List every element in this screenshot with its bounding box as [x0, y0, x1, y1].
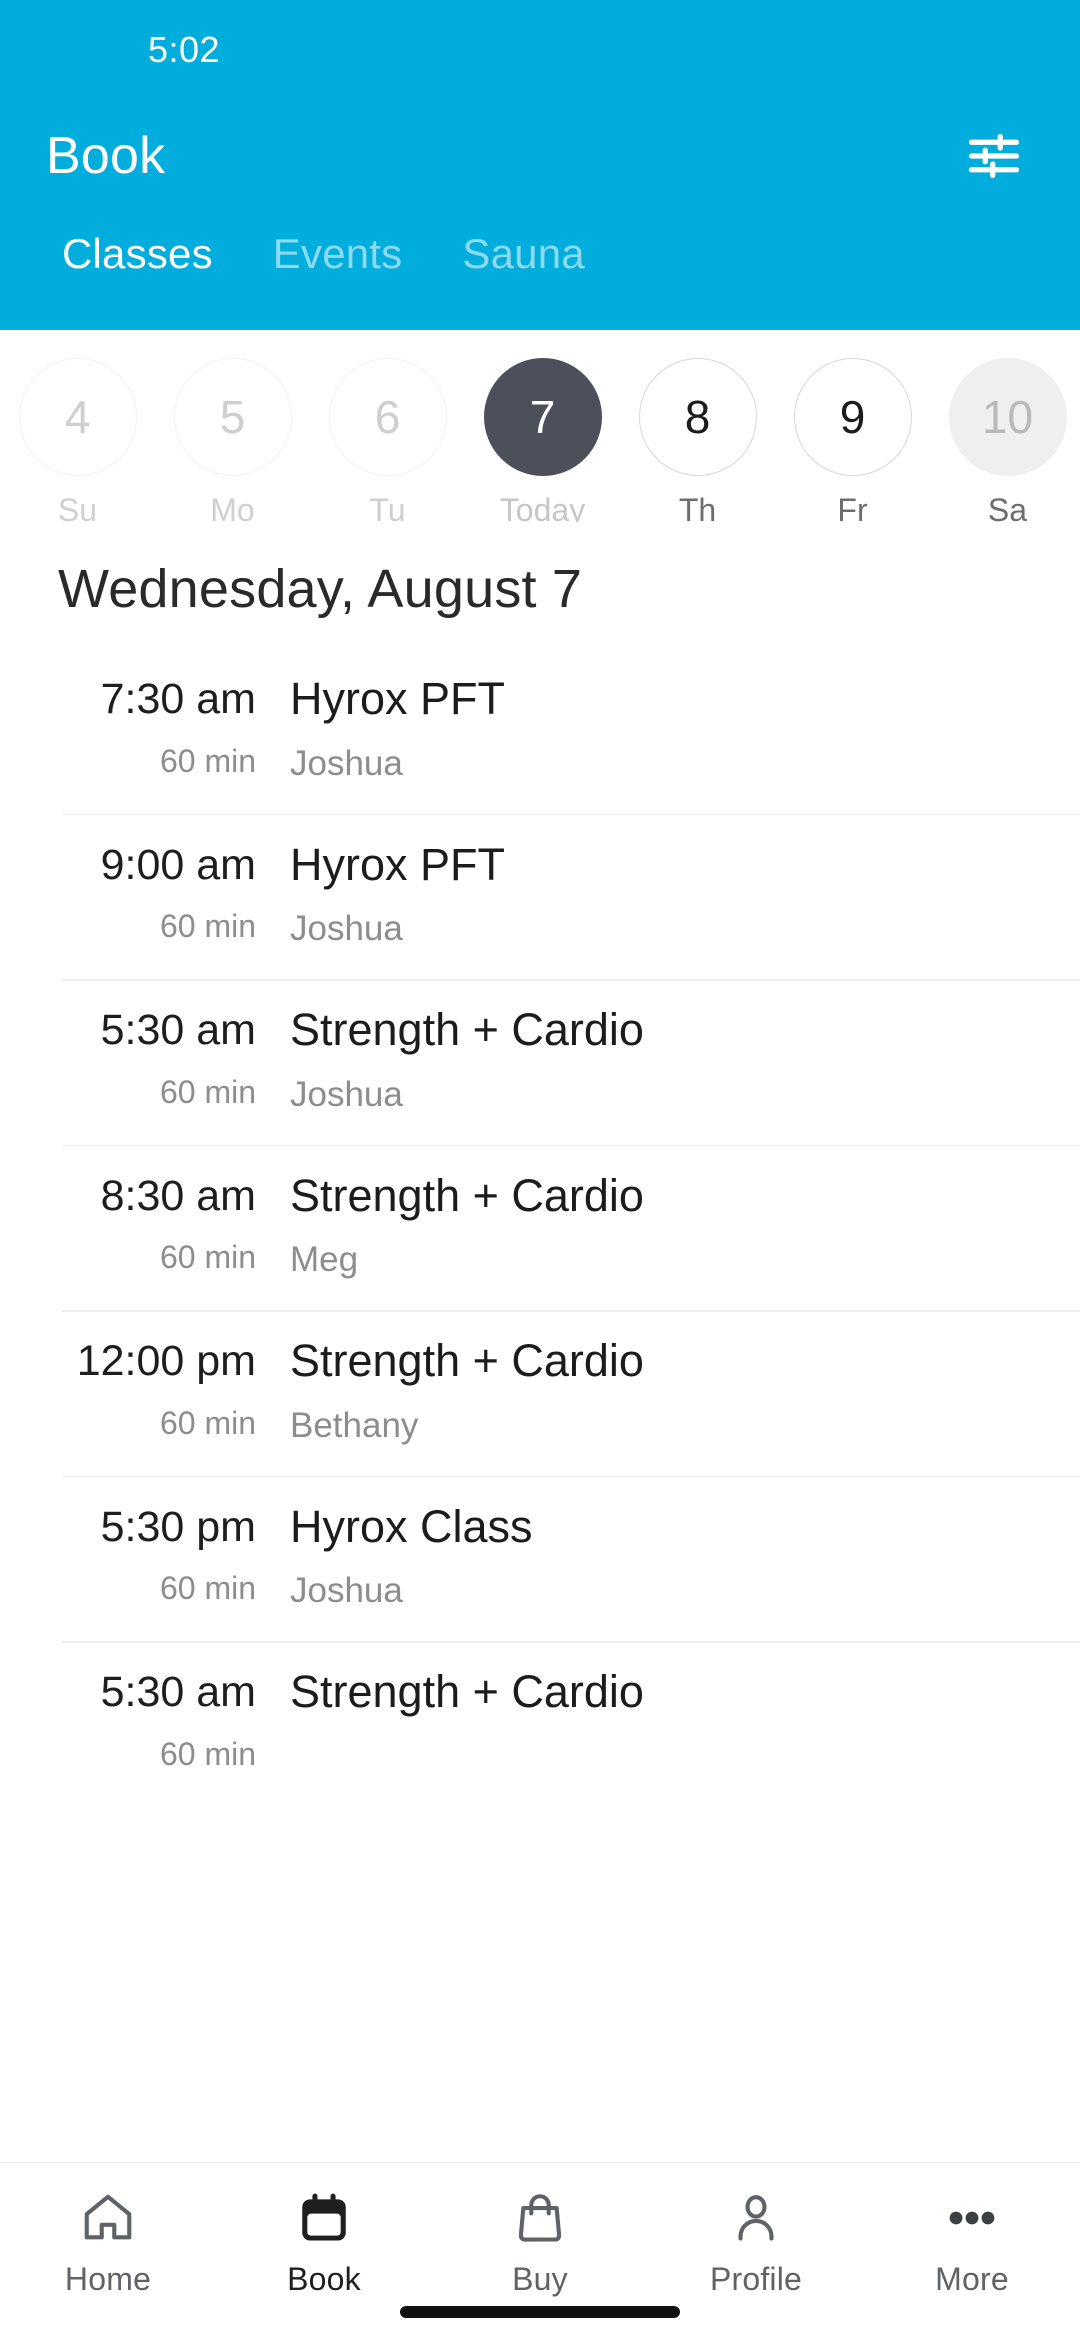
page-title: Book: [46, 127, 166, 185]
class-row[interactable]: 5:30 am 60 min Strength + Cardio Joshua: [0, 979, 1080, 1145]
date-number: 9: [793, 358, 912, 476]
date-weekday: Su: [57, 492, 98, 522]
date-weekday: Sa: [987, 492, 1028, 522]
class-name: Hyrox PFT: [290, 838, 506, 890]
app-header: 5:02 Book Classes Events Sauna: [0, 0, 1080, 330]
class-row[interactable]: 5:30 am 60 min Strength + Cardio: [0, 1641, 1080, 1803]
class-info-column: Strength + Cardio Joshua: [278, 1005, 1080, 1115]
class-time: 5:30 pm: [100, 1502, 256, 1551]
nav-item-book[interactable]: Book: [216, 2185, 432, 2298]
tab-classes[interactable]: Classes: [32, 230, 243, 278]
date-number: 10: [948, 358, 1067, 476]
class-name: Strength + Cardio: [290, 1666, 644, 1717]
class-instructor: Joshua: [290, 743, 403, 783]
date-selector-strip[interactable]: 4 Su 5 Mo 6 Tu 7 Today 8 Th 9 Fr 10 Sa: [0, 330, 1080, 522]
status-bar: 5:02: [0, 0, 1080, 100]
date-number: 5: [173, 358, 292, 476]
date-number: 6: [328, 358, 447, 476]
nav-label-buy: Buy: [512, 2261, 568, 2297]
class-duration: 60 min: [159, 1570, 256, 1607]
date-number: 4: [18, 358, 137, 476]
class-time-column: 5:30 am 60 min: [0, 1667, 278, 1773]
status-bar-clock: 5:02: [148, 29, 221, 70]
class-time: 5:30 am: [100, 1006, 256, 1054]
nav-item-profile[interactable]: Profile: [648, 2185, 864, 2298]
class-info-column: Hyrox PFT Joshua: [278, 838, 1080, 950]
day-heading: Wednesday, August 7: [58, 559, 583, 619]
class-row[interactable]: 7:30 am 60 min Hyrox PFT Joshua: [0, 648, 1080, 814]
date-weekday: Th: [678, 492, 717, 522]
nav-label-home: Home: [64, 2261, 152, 2297]
date-number: 7: [483, 358, 602, 476]
class-row[interactable]: 5:30 pm 60 min Hyrox Class Joshua: [0, 1475, 1080, 1642]
class-name: Hyrox Class: [290, 1500, 533, 1552]
home-indicator: [400, 2306, 680, 2318]
class-duration: 60 min: [159, 1735, 256, 1772]
calendar-icon: [295, 2185, 353, 2251]
date-cell-8[interactable]: 8 Th: [620, 358, 775, 522]
class-duration: 60 min: [159, 1404, 256, 1441]
date-weekday: Mo: [210, 492, 255, 522]
class-duration: 60 min: [159, 908, 256, 945]
class-list[interactable]: 7:30 am 60 min Hyrox PFT Joshua 9:00 am …: [0, 648, 1080, 2162]
tab-events[interactable]: Events: [243, 230, 433, 278]
class-row[interactable]: 12:00 pm 60 min Strength + Cardio Bethan…: [0, 1310, 1080, 1476]
tab-sauna[interactable]: Sauna: [432, 230, 614, 278]
class-duration: 60 min: [159, 742, 256, 779]
nav-label-profile: Profile: [709, 2261, 803, 2297]
date-weekday: Today: [499, 492, 586, 522]
ellipsis-icon: [943, 2185, 1001, 2251]
class-instructor: Bethany: [290, 1405, 419, 1445]
date-weekday: Fr: [837, 492, 868, 522]
class-duration: 60 min: [159, 1239, 256, 1276]
date-cell-4[interactable]: 4 Su: [0, 358, 155, 522]
class-name: Strength + Cardio: [290, 1004, 644, 1055]
class-instructor: Joshua: [290, 1074, 403, 1114]
date-weekday: Tu: [369, 492, 406, 522]
class-time: 7:30 am: [100, 675, 256, 723]
class-time-column: 8:30 am 60 min: [0, 1171, 278, 1277]
class-name: Hyrox PFT: [290, 673, 506, 724]
date-cell-5[interactable]: 5 Mo: [155, 358, 310, 522]
class-instructor: Joshua: [290, 909, 403, 948]
class-name: Strength + Cardio: [290, 1335, 644, 1386]
class-time: 8:30 am: [100, 1171, 256, 1220]
class-time-column: 9:00 am 60 min: [0, 840, 278, 946]
class-info-column: Strength + Cardio: [278, 1667, 1080, 1737]
person-icon: [727, 2185, 785, 2251]
app-screen: 5:02 Book Classes Events Sauna 4 Su 5 Mo…: [0, 0, 1080, 2340]
nav-item-home[interactable]: Home: [0, 2185, 216, 2298]
date-cell-7-today[interactable]: 7 Today: [465, 358, 620, 522]
date-cell-9[interactable]: 9 Fr: [775, 358, 930, 522]
date-cell-10[interactable]: 10 Sa: [930, 358, 1080, 522]
tune-icon[interactable]: [956, 118, 1032, 194]
date-cell-6[interactable]: 6 Tu: [310, 358, 465, 522]
class-instructor: Joshua: [290, 1571, 403, 1610]
nav-item-more[interactable]: More: [864, 2185, 1080, 2298]
nav-item-buy[interactable]: Buy: [432, 2185, 648, 2298]
class-info-column: Strength + Cardio Bethany: [278, 1336, 1080, 1446]
class-duration: 60 min: [159, 1073, 256, 1110]
class-time-column: 5:30 pm 60 min: [0, 1502, 278, 1608]
class-time-column: 12:00 pm 60 min: [0, 1336, 278, 1442]
date-number: 8: [638, 358, 757, 476]
class-time-column: 5:30 am 60 min: [0, 1005, 278, 1111]
class-time: 5:30 am: [100, 1668, 256, 1716]
bag-icon: [511, 2185, 569, 2251]
home-icon: [79, 2185, 137, 2251]
class-time: 9:00 am: [100, 840, 256, 889]
class-row[interactable]: 9:00 am 60 min Hyrox PFT Joshua: [0, 813, 1080, 980]
nav-label-book: Book: [287, 2261, 361, 2297]
title-bar: Book: [0, 100, 1080, 212]
class-row[interactable]: 8:30 am 60 min Strength + Cardio Meg: [0, 1144, 1080, 1311]
section-tabs: Classes Events Sauna: [0, 212, 1080, 330]
class-name: Strength + Cardio: [290, 1169, 644, 1221]
nav-label-more: More: [935, 2261, 1009, 2297]
class-info-column: Hyrox Class Joshua: [278, 1500, 1080, 1612]
class-time-column: 7:30 am 60 min: [0, 674, 278, 780]
class-instructor: Meg: [290, 1240, 359, 1279]
class-time: 12:00 pm: [76, 1337, 256, 1385]
class-info-column: Hyrox PFT Joshua: [278, 674, 1080, 784]
class-info-column: Strength + Cardio Meg: [278, 1169, 1080, 1281]
